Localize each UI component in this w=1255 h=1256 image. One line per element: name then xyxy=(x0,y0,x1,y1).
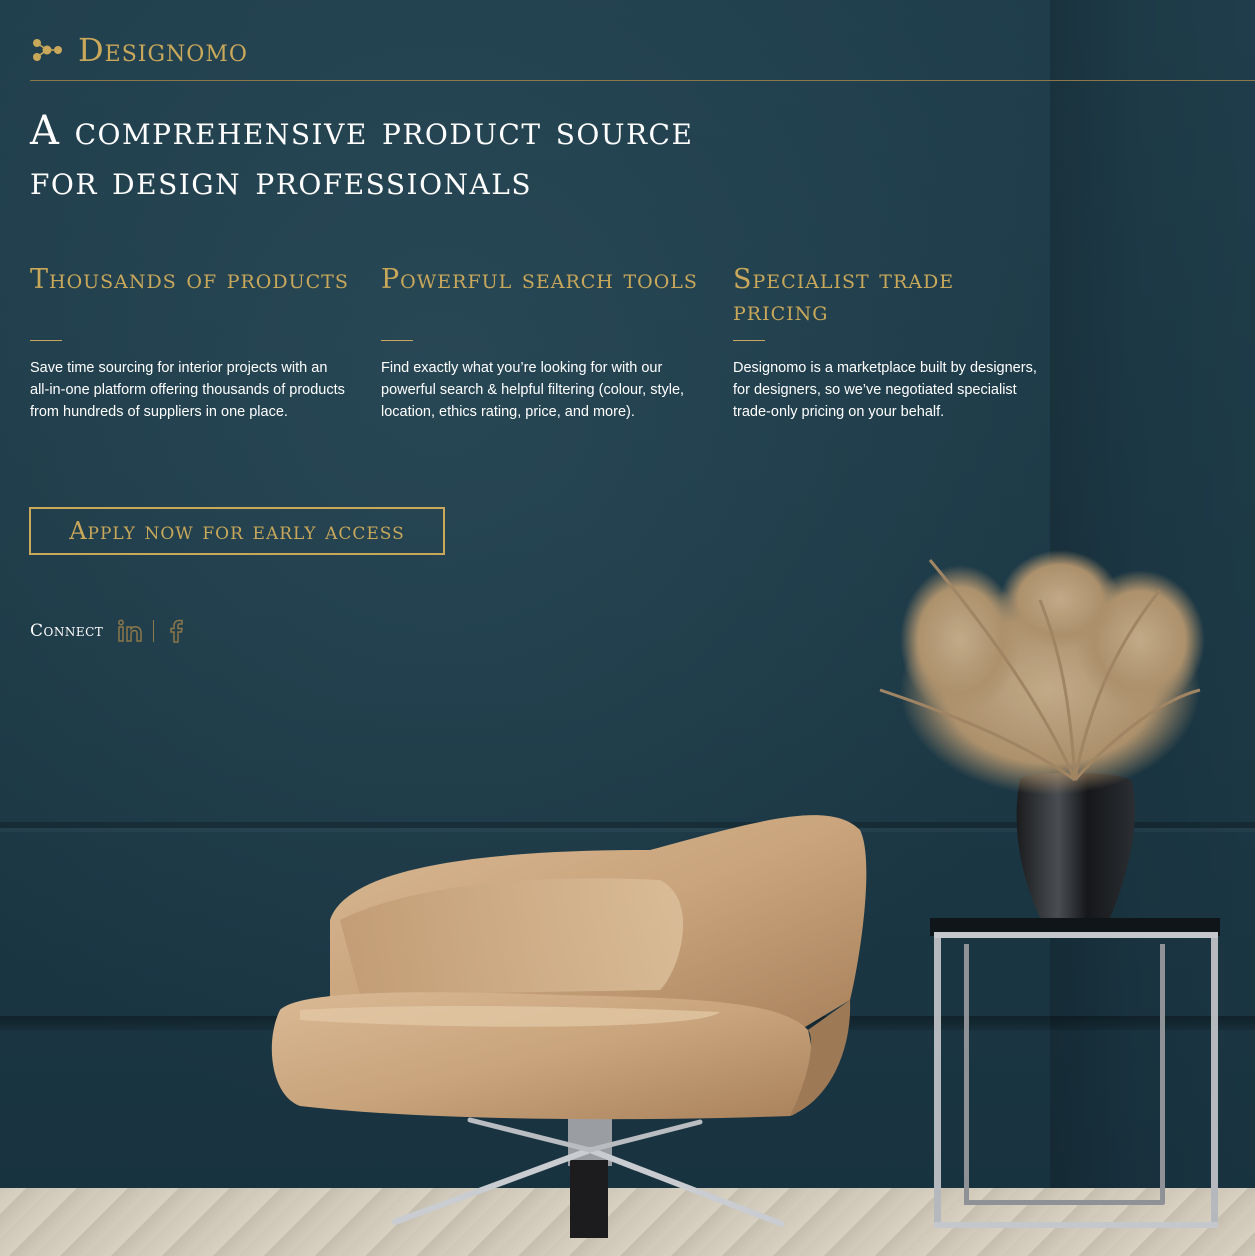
hero-headline: A comprehensive product source for desig… xyxy=(30,106,890,206)
feature-text: Save time sourcing for interior projects… xyxy=(30,360,345,420)
hero-line-2: for design professionals xyxy=(30,158,533,204)
brand-header[interactable]: Designomo xyxy=(30,28,248,72)
feature-text: Find exactly what you’re looking for wit… xyxy=(381,360,685,420)
armchair xyxy=(271,815,867,1120)
feature-search: Powerful search tools Find exactly what … xyxy=(381,264,701,423)
feature-divider xyxy=(381,340,413,341)
apply-early-access-button[interactable]: Apply now for early access xyxy=(29,507,445,555)
feature-title: Powerful search tools xyxy=(381,264,698,295)
social-links xyxy=(117,618,190,644)
connect-section: Connect xyxy=(30,616,190,646)
facebook-icon[interactable] xyxy=(164,618,190,644)
connect-label: Connect xyxy=(30,621,104,641)
header-divider xyxy=(30,80,1255,81)
feature-products: Thousands of products Save time sourcing… xyxy=(30,264,350,423)
vase xyxy=(1016,772,1135,918)
chair-base xyxy=(392,1110,785,1238)
social-separator xyxy=(153,620,155,642)
brand-name: Designomo xyxy=(78,31,248,69)
feature-title: Specialist trade pricing xyxy=(733,264,955,327)
feature-text: Designomo is a marketplace built by desi… xyxy=(733,360,1037,420)
side-table xyxy=(930,918,1220,1228)
feature-pricing: Specialist trade pricing Designomo is a … xyxy=(733,264,1053,423)
pampas-grass xyxy=(879,550,1205,795)
feature-title: Thousands of products xyxy=(30,264,349,295)
feature-divider xyxy=(30,340,62,341)
hero-line-1: A comprehensive product source xyxy=(30,108,694,154)
linkedin-icon[interactable] xyxy=(117,618,143,644)
designomo-dots-logo-icon xyxy=(33,39,62,61)
feature-divider xyxy=(733,340,765,341)
